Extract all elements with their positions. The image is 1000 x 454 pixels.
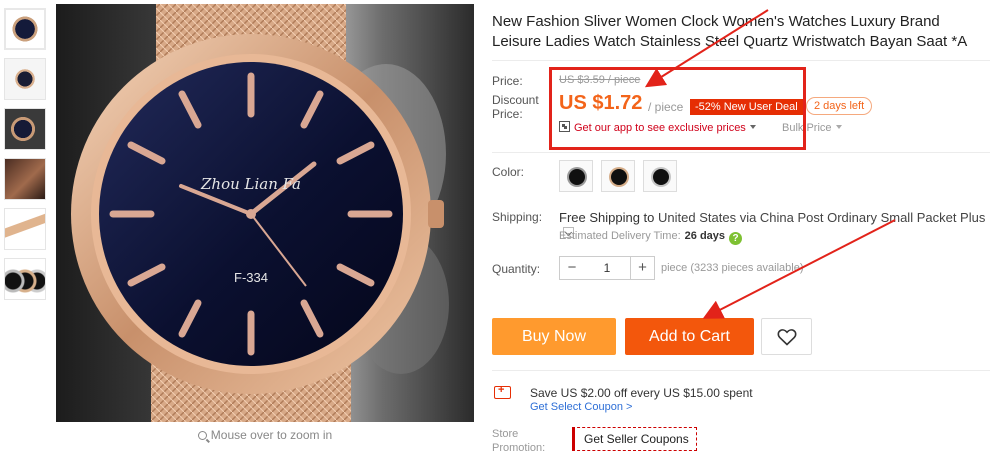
- coupon-icon: [494, 384, 511, 399]
- thumbnail-5[interactable]: [4, 208, 46, 250]
- thumbnail-4[interactable]: [4, 158, 46, 200]
- color-option-2[interactable]: [601, 160, 635, 192]
- zoom-hint-text: Mouse over to zoom in: [210, 428, 333, 442]
- thumbnail-list: [4, 8, 48, 308]
- thumbnail-6[interactable]: [4, 258, 46, 300]
- main-product-image[interactable]: Zhou Lian Fa F-334: [56, 4, 474, 422]
- wishlist-button[interactable]: [761, 318, 812, 355]
- color-option-1[interactable]: [559, 160, 593, 192]
- thumbnail-2[interactable]: [4, 58, 46, 100]
- increase-quantity-button[interactable]: +: [630, 257, 654, 279]
- seller-coupons-dropdown[interactable]: Get Seller Coupons: [572, 427, 697, 451]
- magnifier-icon: [197, 431, 207, 440]
- estimated-delivery-label: Estimated Delivery Time:: [559, 230, 681, 242]
- price-highlight-annotation: [549, 67, 806, 150]
- discount-price-label: Discount Price:: [492, 93, 539, 121]
- estimated-delivery: Estimated Delivery Time: 26 days?: [559, 230, 743, 245]
- heart-icon: [777, 329, 797, 346]
- color-option-3[interactable]: [643, 160, 677, 192]
- watch-brand-text: Zhou Lian Fa: [200, 175, 301, 193]
- zoom-hint: Mouse over to zoom in: [56, 428, 474, 442]
- watch-illustration: Zhou Lian Fa F-334: [71, 4, 449, 422]
- divider: [492, 152, 990, 153]
- quantity-label: Quantity:: [492, 262, 541, 276]
- divider: [492, 370, 990, 371]
- decrease-quantity-button[interactable]: −: [560, 257, 584, 279]
- seller-coupons-text: Get Seller Coupons: [584, 432, 689, 446]
- color-label: Color:: [492, 165, 525, 179]
- get-coupon-link[interactable]: Get Select Coupon >: [530, 401, 632, 413]
- buy-now-button[interactable]: Buy Now: [492, 318, 616, 355]
- price-label: Price:: [492, 74, 523, 88]
- thumbnail-3[interactable]: [4, 108, 46, 150]
- days-left-badge: 2 days left: [806, 97, 873, 115]
- shipping-destination: United States via China Post Ordinary Sm…: [658, 210, 986, 225]
- divider: [492, 60, 990, 61]
- help-icon[interactable]: ?: [729, 232, 743, 245]
- chevron-down-icon: [835, 125, 842, 129]
- watch-model-text: F-334: [234, 270, 268, 285]
- add-to-cart-button[interactable]: Add to Cart: [625, 318, 754, 355]
- free-shipping-text: Free Shipping to: [559, 210, 655, 225]
- coupon-text: Save US $2.00 off every US $15.00 spent: [530, 386, 753, 400]
- shipping-label: Shipping:: [492, 210, 543, 224]
- product-title: New Fashion Sliver Women Clock Women's W…: [492, 13, 968, 50]
- store-promotion-label: Store Promotion:: [492, 428, 546, 454]
- quantity-input[interactable]: 1: [584, 257, 630, 279]
- estimated-delivery-days: 26 days: [684, 230, 726, 242]
- quantity-stepper: − 1 +: [559, 256, 655, 280]
- pieces-available: piece (3233 pieces available): [661, 262, 804, 274]
- thumbnail-1[interactable]: [4, 8, 46, 50]
